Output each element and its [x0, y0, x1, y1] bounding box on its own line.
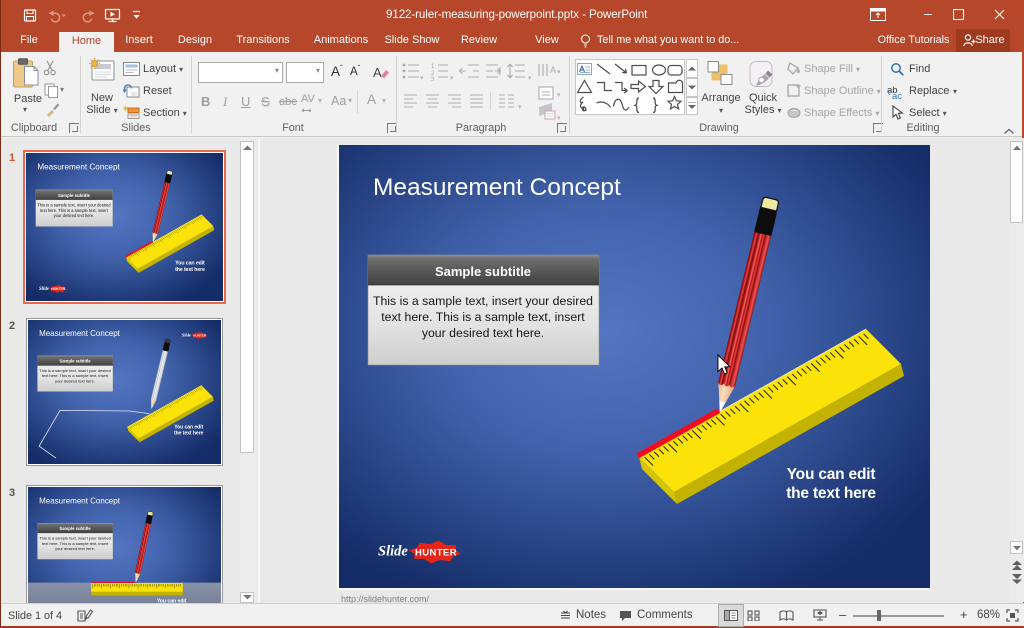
svg-text:ac: ac: [892, 91, 902, 100]
svg-text:▾: ▾: [557, 69, 561, 76]
svg-text:▾: ▾: [450, 75, 454, 82]
svg-text:▾: ▾: [518, 104, 522, 111]
svg-text:▾: ▾: [557, 92, 561, 99]
svg-text:1: 1: [431, 64, 435, 70]
svg-text:A: A: [550, 65, 556, 75]
svg-text:A: A: [373, 65, 382, 80]
svg-text:▾: ▾: [528, 75, 532, 82]
svg-text:3: 3: [431, 77, 435, 83]
svg-text:▾: ▾: [420, 75, 424, 82]
svg-text:▾: ▾: [557, 115, 561, 122]
